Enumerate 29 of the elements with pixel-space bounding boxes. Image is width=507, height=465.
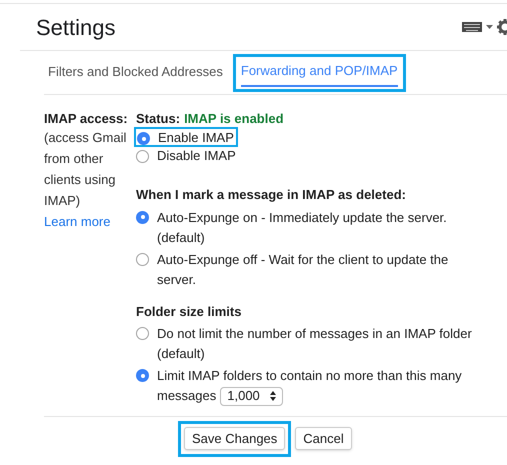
keyboard-icon[interactable]: [462, 22, 482, 32]
option-label: Disable IMAP: [157, 147, 236, 164]
radio-button[interactable]: [136, 150, 149, 163]
radio-selected[interactable]: [137, 132, 150, 145]
section-heading: Folder size limits: [136, 302, 242, 320]
action-button[interactable]: Cancel: [295, 427, 352, 450]
caret-icon[interactable]: [486, 25, 493, 29]
option-label: Limit IMAP folders to contain no more than this many: [157, 367, 462, 385]
option-label: Do not limit the number of messages in an IMAP folder (default): [157, 325, 473, 363]
page-title: Settings: [36, 14, 116, 42]
imap-description: (access Gmail from other clients using IMAP): [44, 129, 128, 210]
imap-label: IMAP access:: [44, 110, 129, 127]
radio-selected[interactable]: [136, 210, 149, 224]
option-label: messages: [157, 387, 216, 405]
number-select[interactable]: 1,000: [220, 386, 283, 406]
option-label: Auto-Expunge on - Immediately update the server. (default): [157, 208, 448, 247]
status-text: IMAP is enabled: [184, 110, 284, 127]
radio-button[interactable]: [136, 327, 149, 340]
radio-selected[interactable]: [136, 369, 149, 382]
stepper-icon: [270, 391, 276, 401]
status-label: Status:: [136, 110, 180, 127]
tab[interactable]: Filters and Blocked Addresses: [44, 54, 227, 92]
option-label: Enable IMAP: [158, 129, 234, 146]
learn-more-link[interactable]: Learn more: [44, 214, 110, 229]
section-heading: When I mark a message in IMAP as deleted:: [136, 186, 407, 204]
option-label: Auto-Expunge off - Wait for the client to update the server.: [157, 250, 450, 288]
radio-button[interactable]: [136, 252, 149, 266]
tab[interactable]: Forwarding and POP/IMAP: [232, 54, 406, 92]
action-button[interactable]: Save Changes: [184, 427, 286, 450]
